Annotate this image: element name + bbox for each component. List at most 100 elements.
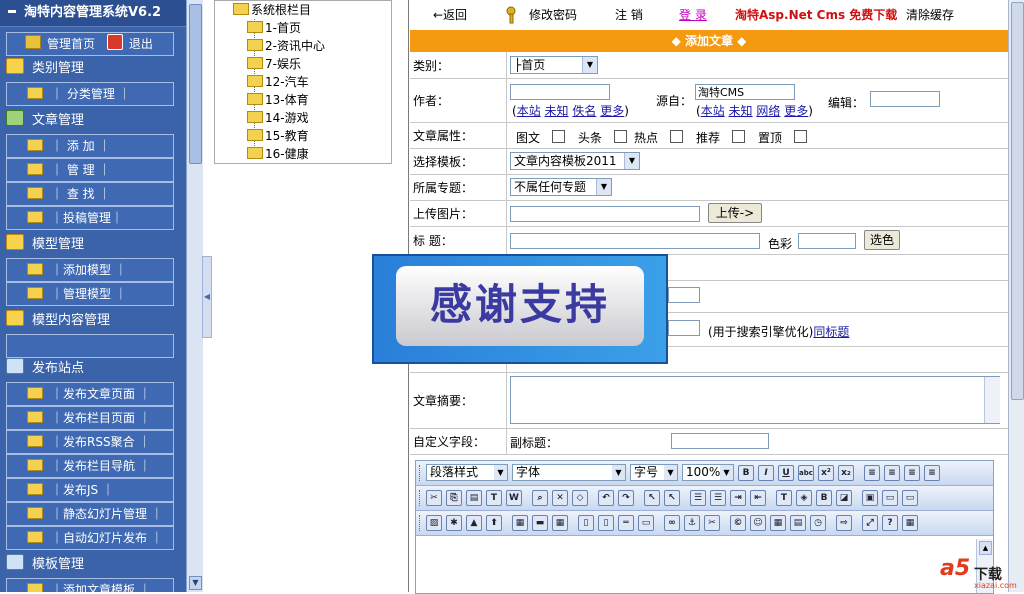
author-link-site[interactable]: 本站 <box>517 104 541 118</box>
input-icon[interactable]: ▬ <box>532 515 548 531</box>
grid-icon[interactable]: ▦ <box>902 515 918 531</box>
link-icon[interactable]: ∞ <box>664 515 680 531</box>
source-input[interactable]: 淘特CMS <box>695 84 795 100</box>
unordered-list-icon[interactable]: ☰ <box>710 490 726 506</box>
section-model[interactable]: 模型管理 <box>6 234 182 256</box>
tree-node[interactable]: 14-游戏 <box>247 109 309 127</box>
sidebar-item-article-search[interactable]: ｜ 查 找 ｜ <box>6 182 174 206</box>
attr-hot-checkbox[interactable] <box>670 130 683 143</box>
collapse-icon[interactable] <box>8 10 16 13</box>
source-link-web[interactable]: 网络 <box>756 104 780 118</box>
help-icon[interactable]: ? <box>882 515 898 531</box>
tree-node[interactable]: 15-教育 <box>247 127 309 145</box>
editor-input[interactable] <box>870 91 940 107</box>
source-link-site[interactable]: 本站 <box>701 104 725 118</box>
calendar-icon[interactable]: ▤ <box>790 515 806 531</box>
strikethrough-icon[interactable]: abc <box>798 465 814 481</box>
back-link[interactable]: ←返回 <box>433 0 467 30</box>
page-icon[interactable]: ▯ <box>578 515 594 531</box>
tree-node[interactable]: 2-资讯中心 <box>247 37 325 55</box>
table-icon[interactable]: ▦ <box>552 515 568 531</box>
delete-icon[interactable]: ✕ <box>552 490 568 506</box>
image-icon[interactable]: ▨ <box>426 515 442 531</box>
align-center-icon[interactable]: ≡ <box>884 465 900 481</box>
hidden-input-1[interactable] <box>668 287 700 303</box>
paste-word-icon[interactable]: W <box>506 490 522 506</box>
emoticon-icon[interactable]: ☺ <box>750 515 766 531</box>
ordered-list-icon[interactable]: ☰ <box>690 490 706 506</box>
paste-icon[interactable]: ▤ <box>466 490 482 506</box>
attr-recommend-checkbox[interactable] <box>732 130 745 143</box>
login-link[interactable]: 登 录 <box>679 0 707 30</box>
italic-icon[interactable]: I <box>758 465 774 481</box>
sidebar-item-template-add[interactable]: ｜添加文章模板 ｜ <box>6 578 174 592</box>
sidebar-item-article-manage[interactable]: ｜ 管 理 ｜ <box>6 158 174 182</box>
sidebar-item-static-slides[interactable]: ｜静态幻灯片管理 ｜ <box>6 502 174 526</box>
tree-root[interactable]: 系统根栏目 <box>233 1 311 19</box>
sidebar-item-publish-nav[interactable]: ｜发布栏目导航 ｜ <box>6 454 174 478</box>
find-icon[interactable]: ⌕ <box>532 490 548 506</box>
same-title-link[interactable]: 同标题 <box>813 325 849 339</box>
underline-icon[interactable]: U <box>778 465 794 481</box>
sidebar-item-model-manage[interactable]: ｜管理模型 ｜ <box>6 282 174 306</box>
sidebar-item-publish-js[interactable]: ｜发布JS ｜ <box>6 478 174 502</box>
summary-scrollbar[interactable] <box>984 377 1000 423</box>
scroll-down-icon[interactable]: ▼ <box>189 576 202 590</box>
bold-icon[interactable]: B <box>738 465 754 481</box>
align-left-icon[interactable]: ≡ <box>864 465 880 481</box>
highlight-icon[interactable]: ◈ <box>796 490 812 506</box>
source-link-more[interactable]: 更多 <box>784 104 808 118</box>
template-select[interactable]: 文章内容模板2011 ▼ <box>510 152 640 170</box>
unlink-icon[interactable]: ✂ <box>704 515 720 531</box>
subscript-icon[interactable]: x₂ <box>838 465 854 481</box>
scrollbar-thumb[interactable] <box>1011 2 1024 400</box>
paste-text-icon[interactable]: T <box>486 490 502 506</box>
cut-icon[interactable]: ✂ <box>426 490 442 506</box>
sidebar-item-article-add[interactable]: ｜ 添 加 ｜ <box>6 134 174 158</box>
pick-color-button[interactable]: 选色 <box>864 230 900 250</box>
line-icon[interactable]: ═ <box>618 515 634 531</box>
tree-node[interactable]: 13-体育 <box>247 91 309 109</box>
absolute-position-icon[interactable]: ↖ <box>664 490 680 506</box>
redo-icon[interactable]: ↷ <box>618 490 634 506</box>
size-select[interactable]: 字号 ▼ <box>630 464 678 481</box>
justify-icon[interactable]: ≡ <box>924 465 940 481</box>
upload-file-icon[interactable]: ⬆ <box>486 515 502 531</box>
promo-link[interactable]: 淘特Asp.Net Cms 免费下载 <box>735 0 897 30</box>
sidebar-item-article-submission[interactable]: ｜投稿管理｜ <box>6 206 174 230</box>
topic-select[interactable]: 不属任何专题 ▼ <box>510 178 612 196</box>
logout-link[interactable]: 退出 <box>129 37 153 51</box>
section-model-content[interactable]: 模型内容管理 <box>6 310 182 332</box>
source-link-unknown[interactable]: 未知 <box>729 104 753 118</box>
category-select[interactable]: ├首页 ▼ <box>510 56 598 74</box>
logout-link-top[interactable]: 注 销 <box>615 0 643 30</box>
title-input[interactable] <box>510 233 760 249</box>
sidebar-item-model-add[interactable]: ｜添加模型 ｜ <box>6 258 174 282</box>
attr-headline-checkbox[interactable] <box>614 130 627 143</box>
sidebar-item-publish-rss[interactable]: ｜发布RSS聚合 ｜ <box>6 430 174 454</box>
note-icon[interactable]: ▭ <box>882 490 898 506</box>
sidebar-item-publish-column[interactable]: ｜发布栏目页面 ｜ <box>6 406 174 430</box>
sidebar-item-category-manage[interactable]: ｜ 分类管理 ｜ <box>6 82 174 106</box>
author-input[interactable] <box>510 84 610 100</box>
scrollbar-thumb[interactable] <box>189 4 202 164</box>
clock-icon[interactable]: ◷ <box>810 515 826 531</box>
indent-icon[interactable]: ⇥ <box>730 490 746 506</box>
flash-icon[interactable]: ✱ <box>446 515 462 531</box>
anchor-icon[interactable]: ⚓ <box>684 515 700 531</box>
outdent-icon[interactable]: ⇤ <box>750 490 766 506</box>
fill-icon[interactable]: ◪ <box>836 490 852 506</box>
section-article[interactable]: 文章管理 <box>6 110 182 132</box>
tree-node[interactable]: 16-健康 <box>247 145 309 163</box>
upload-button[interactable]: 上传-> <box>708 203 762 223</box>
tree-node[interactable]: 7-娱乐 <box>247 55 301 73</box>
attr-top-checkbox[interactable] <box>794 130 807 143</box>
tree-node[interactable]: 1-首页 <box>247 19 301 37</box>
copy-icon[interactable]: ⎘ <box>446 490 462 506</box>
copyright-icon[interactable]: © <box>730 515 746 531</box>
eraser-icon[interactable]: ◇ <box>572 490 588 506</box>
panel-splitter[interactable]: ◀ <box>202 256 212 338</box>
paragraph-select[interactable]: 段落样式 ▼ <box>426 464 508 481</box>
select-icon[interactable]: ↖ <box>644 490 660 506</box>
subtitle-input[interactable] <box>671 433 769 449</box>
